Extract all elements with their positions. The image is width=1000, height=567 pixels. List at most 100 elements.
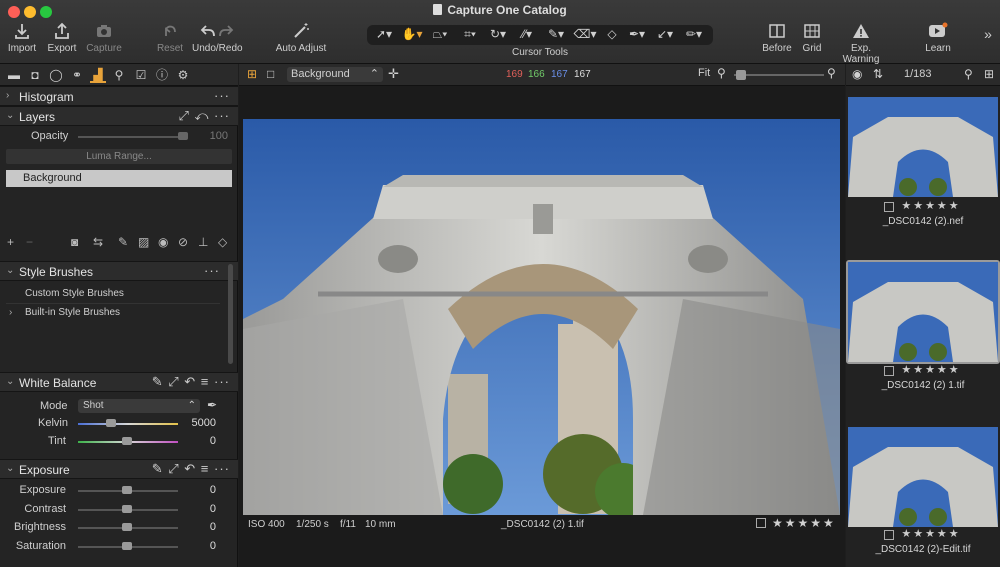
before-button[interactable]: Before [760, 22, 794, 54]
export-button[interactable]: Export [45, 22, 79, 54]
capture-tab-icon[interactable]: ◘ [27, 67, 43, 83]
thumbnail[interactable] [848, 97, 998, 197]
import-button[interactable]: Import [5, 22, 39, 54]
erase-icon[interactable]: ◇ [599, 27, 625, 43]
learn-button[interactable]: Learn [918, 22, 958, 54]
pan-hand-icon[interactable]: ✋▾ [399, 27, 425, 43]
layer-select[interactable]: Background ⌃ [287, 67, 383, 82]
histogram-header[interactable]: › Histogram ··· [0, 86, 238, 106]
move-icon[interactable]: ✛ [388, 66, 399, 82]
scrollbar[interactable] [228, 264, 233, 364]
style-brush-item[interactable]: Custom Style Brushes [6, 288, 220, 304]
heal-icon[interactable]: ⊘ [178, 235, 188, 249]
contrast-value[interactable]: 0 [175, 503, 219, 517]
saturation-knob[interactable] [122, 542, 132, 550]
undo-redo-button[interactable]: Undo/Redo [192, 22, 243, 54]
kelvin-slider[interactable] [78, 423, 178, 425]
tint-knob[interactable] [122, 437, 132, 445]
grid-button[interactable]: Grid [797, 22, 827, 54]
zoom-out-icon[interactable]: ⚲ [717, 66, 726, 80]
multi-view-icon[interactable]: ⊞ [247, 67, 257, 81]
opacity-value[interactable]: 100 [187, 130, 231, 144]
thumbnail-stars[interactable]: ★★★★★ [854, 527, 1000, 540]
zoom-in-icon[interactable]: ⚲ [827, 66, 836, 80]
select-checkbox[interactable] [756, 518, 766, 528]
reset-button[interactable]: Reset [153, 22, 187, 54]
more-icon[interactable]: ··· [214, 88, 230, 103]
layers-actions-icon[interactable]: ⤢ ↶ ··· [178, 108, 230, 124]
brush-icon[interactable]: ✎▾ [543, 27, 569, 43]
brightness-value[interactable]: 0 [175, 521, 219, 535]
swap-icon[interactable]: ⇆ [93, 235, 103, 249]
zoom-knob[interactable] [736, 70, 746, 80]
annotate-icon[interactable]: ✏▾ [681, 27, 707, 43]
opacity-slider[interactable] [78, 136, 188, 138]
tint-value[interactable]: 0 [175, 435, 219, 449]
thumbnail[interactable] [848, 427, 998, 527]
style-brush-item[interactable]: › Built-in Style Brushes [6, 307, 220, 323]
title-bar: Capture One Catalog Import Export Captur… [0, 0, 1000, 65]
style-brushes-header[interactable]: ⌄ Style Brushes ··· [0, 261, 238, 281]
gradient-mask-icon[interactable]: ▨ [138, 235, 149, 249]
thumbnail-selected[interactable] [848, 262, 998, 362]
more-icon[interactable]: ··· [204, 263, 220, 278]
keystone-icon[interactable]: ⏢▾ [427, 27, 453, 43]
sort-icon[interactable]: ⇅ [873, 67, 883, 81]
adjustments-tab-icon[interactable]: ☑ [133, 67, 149, 83]
eyedropper-icon[interactable]: ✒ [207, 398, 217, 412]
contrast-knob[interactable] [122, 505, 132, 513]
white-balance-header[interactable]: ⌄ White Balance ✎ ⤢ ↶ ≡ ··· [0, 372, 238, 392]
brush-mask-icon[interactable]: ✎ [118, 235, 128, 249]
wb-actions-icon[interactable]: ✎ ⤢ ↶ ≡ ··· [152, 374, 230, 390]
grid-view-icon[interactable]: ⊞ [984, 67, 994, 81]
single-view-icon[interactable]: □ [267, 67, 274, 81]
saturation-value[interactable]: 0 [175, 540, 219, 554]
layer-item-background[interactable]: Background [6, 170, 232, 187]
exposure-tab-icon[interactable]: ▟ [90, 67, 106, 83]
library-tab-icon[interactable]: ▬ [6, 67, 22, 83]
kelvin-value[interactable]: 5000 [175, 417, 219, 431]
select-cursor-icon[interactable]: ➚▾ [371, 27, 397, 43]
exposure-warning-button[interactable]: Exp. Warning [832, 22, 890, 65]
layers-title: Layers [19, 110, 56, 124]
mask-view-icon[interactable]: ◙ [71, 235, 78, 249]
details-tab-icon[interactable]: ⚲ [111, 67, 127, 83]
image-viewer[interactable]: ISO 400 1/250 s f/11 10 mm _DSC0142 (2) … [239, 86, 845, 567]
lens-tab-icon[interactable]: ◯ [48, 67, 64, 83]
kelvin-knob[interactable] [106, 419, 116, 427]
rotate-icon[interactable]: ↻▾ [485, 27, 511, 43]
settings-tab-icon[interactable]: ⚙ [175, 67, 191, 83]
straighten-icon[interactable]: ⁄⁄▾ [514, 27, 540, 43]
metadata-tab-icon[interactable]: ⓘ [154, 67, 170, 83]
brightness-knob[interactable] [122, 523, 132, 531]
thumbnail-stars[interactable]: ★★★★★ [854, 199, 1000, 212]
remove-layer-icon[interactable]: − [26, 235, 33, 249]
exposure-actions-icon[interactable]: ✎ ⤢ ↶ ≡ ··· [152, 461, 230, 477]
exposure-value[interactable]: 0 [175, 484, 219, 498]
radial-mask-icon[interactable]: ◉ [158, 235, 168, 249]
luma-range-button[interactable]: Luma Range... [6, 149, 232, 164]
eye-icon[interactable]: ◉ [852, 67, 862, 81]
exposure-header[interactable]: ⌄ Exposure ✎ ⤢ ↶ ≡ ··· [0, 459, 238, 479]
zoom-slider[interactable] [734, 74, 824, 76]
add-layer-icon[interactable]: + [7, 235, 14, 249]
layers-header[interactable]: ⌄ Layers ⤢ ↶ ··· [0, 106, 238, 126]
auto-adjust-button[interactable]: Auto Adjust [274, 22, 328, 54]
wb-mode-select[interactable]: Shot ⌃ [78, 399, 200, 413]
color-picker-icon[interactable]: ✒▾ [624, 27, 650, 43]
capture-button[interactable]: Capture [84, 22, 124, 54]
erase-mask-icon[interactable]: ◇ [218, 235, 227, 249]
clone-icon[interactable]: ⊥ [198, 235, 208, 249]
crop-icon[interactable]: ⌗▾ [457, 27, 483, 43]
contrast-label: Contrast [24, 503, 66, 515]
star-rating[interactable]: ★★★★★ [772, 516, 836, 530]
zoom-level[interactable]: Fit [698, 67, 710, 79]
eraser-tool-icon[interactable]: ⌫▾ [572, 27, 598, 43]
toolbar-overflow-icon[interactable]: » [980, 26, 996, 42]
color-tab-icon[interactable]: ⚭ [69, 67, 85, 83]
search-icon[interactable]: ⚲ [964, 67, 973, 81]
main-photo[interactable] [243, 119, 840, 515]
picker-icon[interactable]: ↙▾ [652, 27, 678, 43]
thumbnail-stars[interactable]: ★★★★★ [854, 363, 1000, 376]
exposure-knob[interactable] [122, 486, 132, 494]
